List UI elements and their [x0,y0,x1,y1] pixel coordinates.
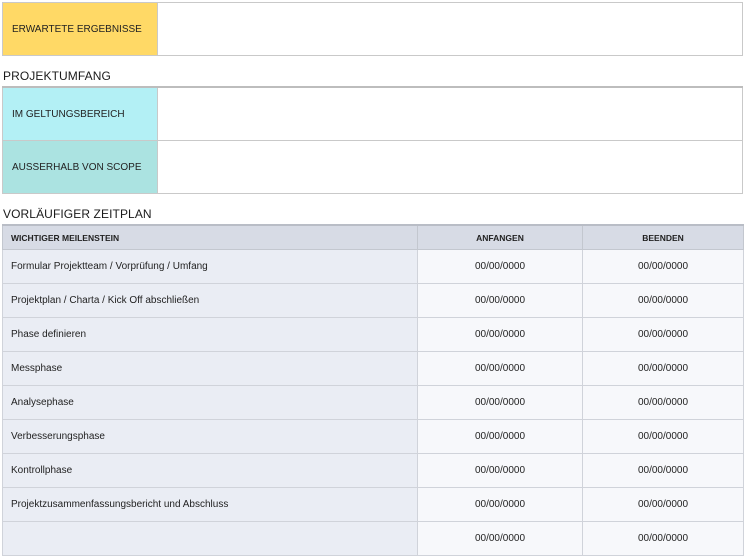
table-row: Phase definieren 00/00/0000 00/00/0000 [2,317,744,352]
in-scope-field[interactable] [158,88,742,140]
milestone-cell[interactable] [2,521,418,556]
start-date-cell[interactable]: 00/00/0000 [417,351,583,386]
end-date-cell[interactable]: 00/00/0000 [582,385,744,420]
milestone-cell[interactable]: Projektzusammenfassungsbericht und Absch… [2,487,418,522]
table-row: Formular Projektteam / Vorprüfung / Umfa… [2,249,744,284]
out-of-scope-label: AUSSERHALB VON SCOPE [3,141,158,193]
expected-results-label: ERWARTETE ERGEBNISSE [3,3,158,55]
in-scope-row: IM GELTUNGSBEREICH [2,88,743,141]
milestone-cell[interactable]: Analysephase [2,385,418,420]
start-column-header: ANFANGEN [417,224,583,250]
end-date-cell[interactable]: 00/00/0000 [582,283,744,318]
milestone-column-header: WICHTIGER MEILENSTEIN [2,224,418,250]
table-row: Verbesserungsphase 00/00/0000 00/00/0000 [2,419,744,454]
table-row: Messphase 00/00/0000 00/00/0000 [2,351,744,386]
in-scope-label: IM GELTUNGSBEREICH [3,88,158,140]
table-row: 00/00/0000 00/00/0000 [2,521,744,556]
start-date-cell[interactable]: 00/00/0000 [417,487,583,522]
start-date-cell[interactable]: 00/00/0000 [417,249,583,284]
milestone-cell[interactable]: Verbesserungsphase [2,419,418,454]
schedule-section-title: VORLÄUFIGER ZEITPLAN [3,207,152,221]
table-row: Projektplan / Charta / Kick Off abschlie… [2,283,744,318]
schedule-header-row: WICHTIGER MEILENSTEIN ANFANGEN BEENDEN [2,224,744,250]
expected-results-field[interactable] [158,3,742,55]
table-row: Projektzusammenfassungsbericht und Absch… [2,487,744,522]
schedule-table: WICHTIGER MEILENSTEIN ANFANGEN BEENDEN F… [2,224,744,556]
table-row: Kontrollphase 00/00/0000 00/00/0000 [2,453,744,488]
end-date-cell[interactable]: 00/00/0000 [582,249,744,284]
start-date-cell[interactable]: 00/00/0000 [417,317,583,352]
milestone-cell[interactable]: Phase definieren [2,317,418,352]
end-date-cell[interactable]: 00/00/0000 [582,453,744,488]
scope-section-title: PROJEKTUMFANG [3,69,111,83]
start-date-cell[interactable]: 00/00/0000 [417,521,583,556]
out-of-scope-row: AUSSERHALB VON SCOPE [2,140,743,194]
expected-results-row: ERWARTETE ERGEBNISSE [2,2,743,56]
start-date-cell[interactable]: 00/00/0000 [417,453,583,488]
milestone-cell[interactable]: Formular Projektteam / Vorprüfung / Umfa… [2,249,418,284]
table-row: Analysephase 00/00/0000 00/00/0000 [2,385,744,420]
start-date-cell[interactable]: 00/00/0000 [417,385,583,420]
end-date-cell[interactable]: 00/00/0000 [582,351,744,386]
milestone-cell[interactable]: Kontrollphase [2,453,418,488]
end-date-cell[interactable]: 00/00/0000 [582,317,744,352]
start-date-cell[interactable]: 00/00/0000 [417,419,583,454]
end-column-header: BEENDEN [582,224,744,250]
end-date-cell[interactable]: 00/00/0000 [582,419,744,454]
end-date-cell[interactable]: 00/00/0000 [582,521,744,556]
out-of-scope-field[interactable] [158,141,742,193]
milestone-cell[interactable]: Projektplan / Charta / Kick Off abschlie… [2,283,418,318]
start-date-cell[interactable]: 00/00/0000 [417,283,583,318]
milestone-cell[interactable]: Messphase [2,351,418,386]
end-date-cell[interactable]: 00/00/0000 [582,487,744,522]
